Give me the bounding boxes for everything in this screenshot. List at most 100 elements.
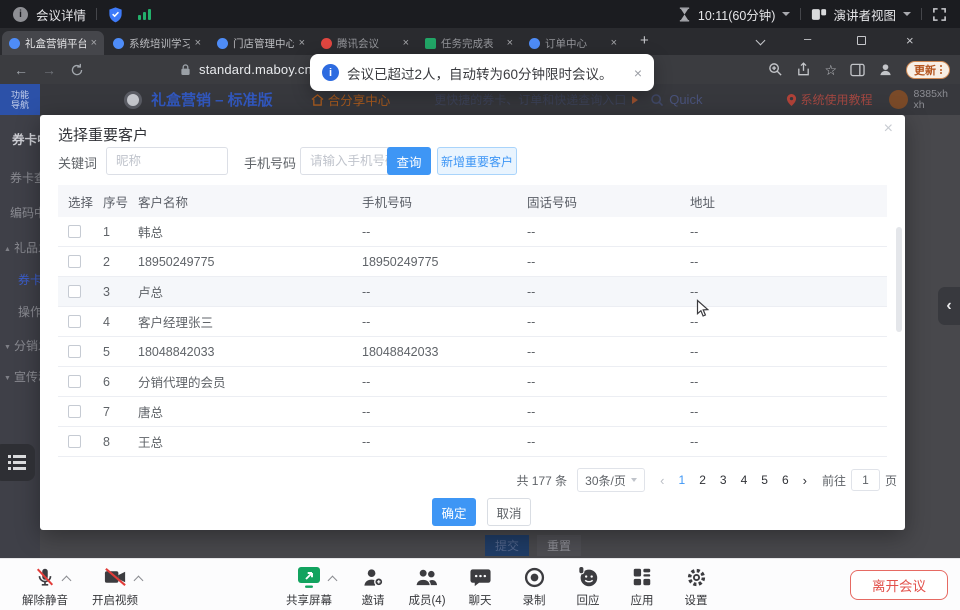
tutorial-link[interactable]: 系统使用教程 — [786, 91, 873, 108]
table-row[interactable]: 4 客户经理张三 -- -- -- — [58, 307, 887, 337]
page-6[interactable]: 6 — [782, 473, 789, 487]
browser-tab-6[interactable]: 订单中心 × — [522, 31, 624, 55]
new-tab-icon[interactable]: + — [640, 32, 649, 49]
page-size-select[interactable]: 30条/页 — [577, 468, 645, 492]
sidebar-item-0[interactable]: 券卡中 — [12, 129, 40, 148]
tab-close-icon[interactable]: × — [195, 37, 201, 49]
tab-close-icon[interactable]: × — [611, 37, 617, 49]
page-2[interactable]: 2 — [699, 473, 706, 487]
submit-button-dimmed[interactable]: 提交 — [485, 535, 529, 556]
tab-close-icon[interactable]: × — [91, 37, 97, 49]
invite-button[interactable]: 邀请 — [352, 564, 394, 608]
window-minimize-icon[interactable]: – — [804, 31, 811, 46]
side-panel-icon[interactable] — [850, 63, 865, 77]
share-screen-button[interactable]: 共享屏幕 — [281, 564, 337, 608]
confirm-button[interactable]: 确定 — [432, 498, 476, 526]
cancel-button[interactable]: 取消 — [487, 498, 531, 526]
table-row[interactable]: 5 18048842033 18048842033 -- -- — [58, 337, 887, 367]
info-icon[interactable]: i — [13, 7, 28, 22]
browser-tab-2[interactable]: 系统培训学习 × — [106, 31, 208, 55]
apps-button[interactable]: 应用 — [621, 564, 663, 608]
toast-close-icon[interactable]: × — [634, 65, 642, 81]
profile-icon[interactable] — [878, 62, 893, 77]
video-button[interactable]: 开启视频 — [80, 564, 150, 608]
page-3[interactable]: 3 — [720, 473, 727, 487]
row-checkbox[interactable] — [68, 315, 81, 328]
tab-close-icon[interactable]: × — [299, 37, 305, 49]
view-dropdown-caret[interactable] — [903, 12, 911, 16]
table-row[interactable]: 1 韩总 -- -- -- — [58, 217, 887, 247]
tab-search-caret-icon[interactable] — [756, 36, 766, 46]
row-checkbox[interactable] — [68, 345, 81, 358]
row-checkbox[interactable] — [68, 375, 81, 388]
forward-icon[interactable]: → — [42, 62, 56, 78]
nav-toggle-button[interactable]: 功能 导航 — [0, 84, 40, 115]
tab-close-icon[interactable]: × — [403, 37, 409, 49]
quick-search[interactable]: Quick — [650, 92, 702, 107]
sidebar-item-3[interactable]: ▲礼品发 — [4, 239, 40, 256]
browser-tab-3[interactable]: 门店管理中心 × — [210, 31, 312, 55]
goto-page-input[interactable] — [851, 469, 880, 491]
row-checkbox[interactable] — [68, 405, 81, 418]
page-5[interactable]: 5 — [761, 473, 768, 487]
sidebar-item-6[interactable]: ▼分销发 — [4, 337, 40, 354]
sidebar-item-7[interactable]: ▼宣传动 — [4, 368, 40, 385]
user-menu[interactable]: 8385xh xh — [889, 89, 948, 111]
page-1[interactable]: 1 — [679, 473, 686, 487]
table-row[interactable]: 8 王总 -- -- -- — [58, 427, 887, 457]
table-row[interactable]: 7 唐总 -- -- -- — [58, 397, 887, 427]
share-icon[interactable] — [796, 62, 811, 77]
sidebar-item-1[interactable]: 券卡查 — [10, 169, 40, 186]
chat-button[interactable]: 聊天 — [459, 564, 501, 608]
table-row-hovered[interactable]: 3 卢总 -- -- -- — [58, 277, 887, 307]
network-signal-icon[interactable] — [138, 8, 151, 20]
sidebar-item-2[interactable]: 编码中 — [10, 204, 40, 221]
row-checkbox[interactable] — [68, 435, 81, 448]
browser-tab-5[interactable]: 任务完成表 × — [418, 31, 520, 55]
record-button[interactable]: 录制 — [513, 564, 555, 608]
lock-icon[interactable] — [180, 63, 191, 76]
sidebar-item-5[interactable]: 操作 — [18, 303, 40, 320]
add-customer-button[interactable]: 新增重要客户 — [437, 147, 517, 175]
table-scrollbar[interactable] — [896, 227, 902, 332]
view-mode-label[interactable]: 演讲者视图 — [833, 5, 896, 24]
shield-check-icon[interactable] — [107, 6, 124, 23]
page-4[interactable]: 4 — [741, 473, 748, 487]
bookmark-star-icon[interactable]: ☆ — [824, 63, 837, 77]
row-checkbox[interactable] — [68, 285, 81, 298]
browser-tab-4[interactable]: 腾讯会议 × — [314, 31, 416, 55]
tab-close-icon[interactable]: × — [507, 37, 513, 49]
browser-update-button[interactable]: 更新 — [906, 61, 950, 79]
share-center-link[interactable]: 合分享中心 — [311, 90, 391, 109]
row-checkbox[interactable] — [68, 255, 81, 268]
chevron-up-icon[interactable] — [133, 576, 143, 586]
table-row[interactable]: 6 分销代理的会员 -- -- -- — [58, 367, 887, 397]
meeting-list-button[interactable] — [0, 444, 35, 481]
meeting-details-label[interactable]: 会议详情 — [36, 5, 86, 24]
reload-icon[interactable] — [70, 63, 84, 77]
back-icon[interactable]: ← — [14, 62, 28, 78]
table-row[interactable]: 2 18950249775 18950249775 -- -- — [58, 247, 887, 277]
mute-button[interactable]: 解除静音 — [10, 564, 80, 608]
zoom-icon[interactable] — [768, 62, 783, 77]
prev-page-icon[interactable]: ‹ — [660, 473, 664, 488]
chevron-up-icon[interactable] — [328, 576, 338, 586]
next-page-icon[interactable]: › — [803, 473, 807, 488]
sidebar-item-4[interactable]: 券卡 — [18, 271, 40, 288]
timer-dropdown-caret[interactable] — [782, 12, 790, 16]
row-checkbox[interactable] — [68, 225, 81, 238]
panel-expand-handle[interactable]: ‹ — [938, 287, 960, 325]
browser-tab-1[interactable]: 礼盒营销平台管理中心 × — [2, 31, 104, 55]
leave-meeting-button[interactable]: 离开会议 — [850, 570, 948, 600]
chevron-up-icon[interactable] — [62, 576, 72, 586]
keyword-input[interactable] — [106, 147, 228, 175]
reset-button-dimmed[interactable]: 重置 — [537, 535, 581, 556]
search-button[interactable]: 查询 — [387, 147, 431, 175]
window-maximize-icon[interactable] — [857, 36, 866, 45]
react-button[interactable]: 回应 — [567, 564, 609, 608]
fullscreen-icon[interactable] — [932, 7, 947, 22]
modal-close-icon[interactable]: × — [884, 120, 893, 138]
window-close-icon[interactable]: × — [906, 33, 914, 48]
members-button[interactable]: 成员(4) — [400, 564, 454, 608]
settings-button[interactable]: 设置 — [675, 564, 717, 608]
